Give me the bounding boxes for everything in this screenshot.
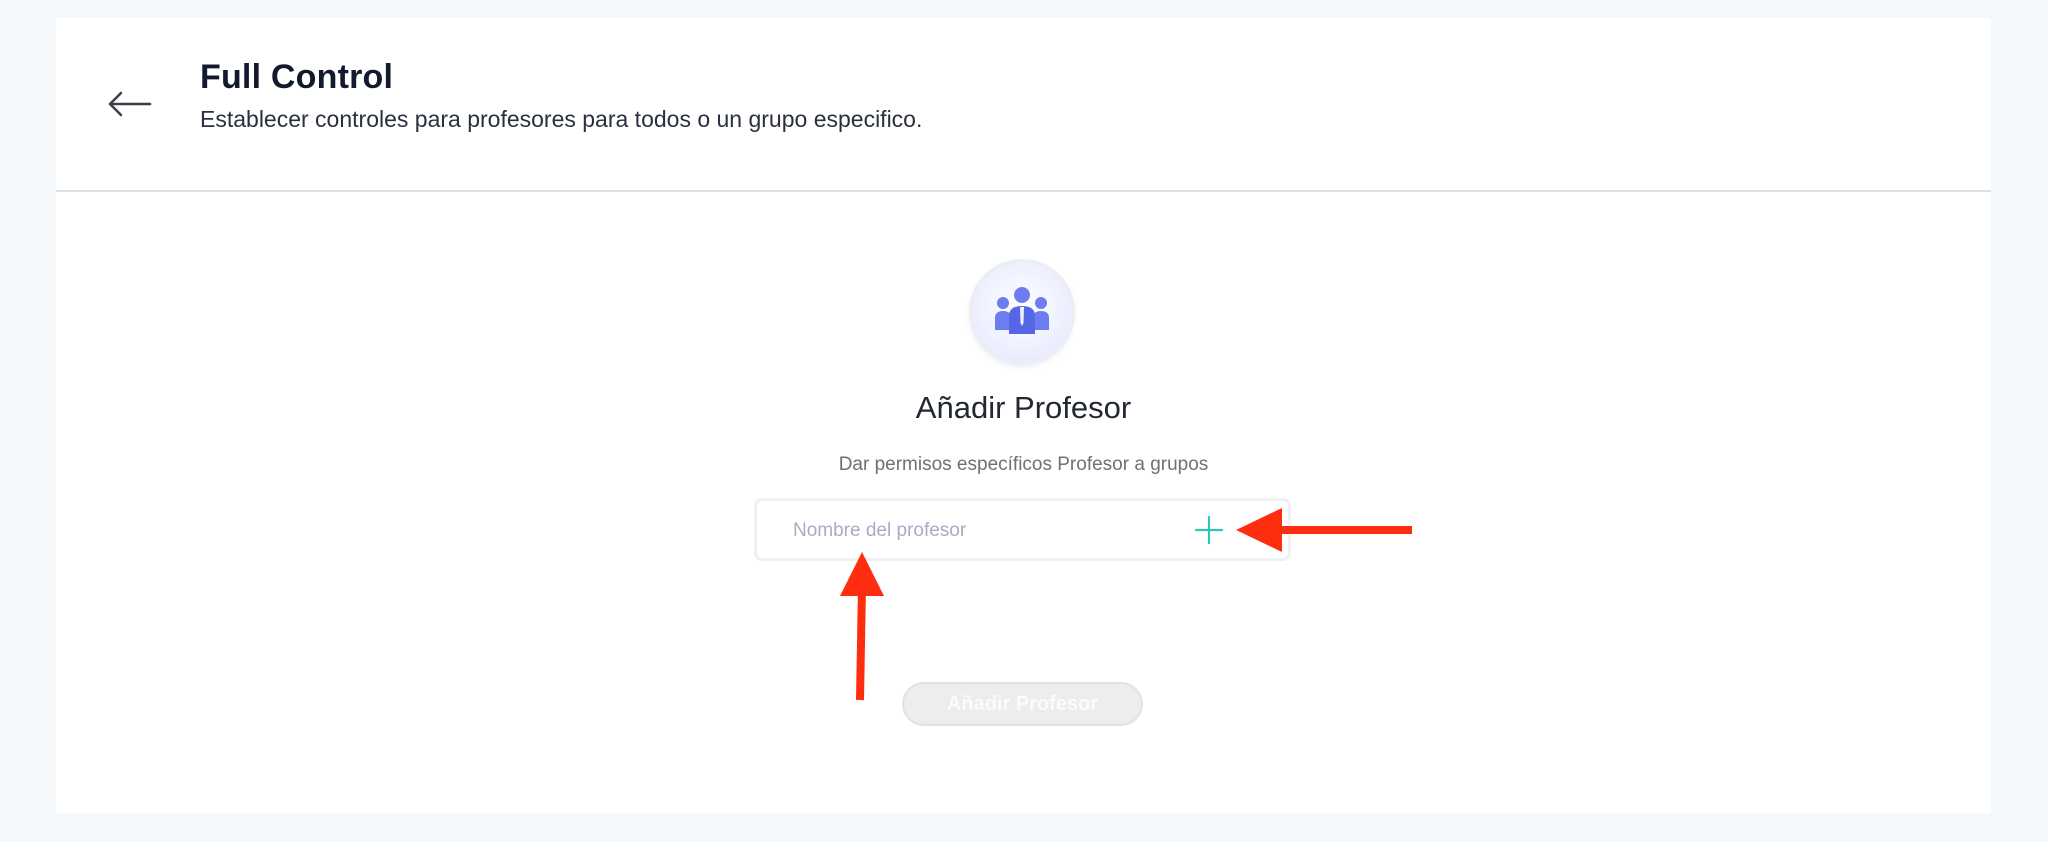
teacher-name-input[interactable] [791,511,1185,551]
teacher-input-field [754,498,1291,561]
main-card: Full Control Establecer controles para p… [56,18,1991,813]
add-teacher-plus-button[interactable] [1194,515,1224,545]
page-header: Full Control Establecer controles para p… [56,18,1991,192]
add-teacher-title: Añadir Profesor [915,390,1132,425]
teacher-group-avatar [972,262,1072,362]
page-subtitle: Establecer controles para profesores par… [200,106,923,132]
page-title: Full Control [200,58,394,96]
add-teacher-description: Dar permisos específicos Profesor a grup… [838,454,1209,475]
people-group-icon [995,287,1049,334]
arrow-left-icon [108,91,152,117]
add-teacher-submit-button[interactable]: Añadir Profesor [902,682,1143,726]
back-button[interactable] [106,84,154,124]
plus-icon [1194,515,1224,545]
